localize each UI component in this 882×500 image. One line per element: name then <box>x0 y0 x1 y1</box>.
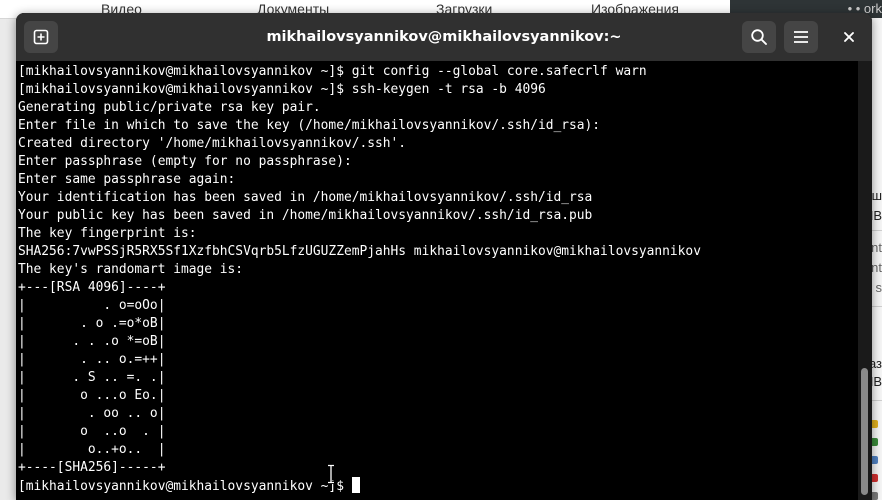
terminal-line: | o ..o . | <box>18 424 166 439</box>
new-tab-icon <box>33 29 49 45</box>
terminal-line: | . . .o *=oB| <box>18 334 166 349</box>
bg-fragment: s <box>875 280 882 295</box>
terminal-line: The key fingerprint is: <box>18 226 197 241</box>
terminal-line: | . .. o.=++| <box>18 352 166 367</box>
search-icon <box>751 29 767 45</box>
mouse-ibeam-cursor-icon <box>328 464 334 484</box>
terminal-line: [mikhailovsyannikov@mikhailovsyannikov ~… <box>18 82 546 97</box>
terminal-line: | o ...o Eo.| <box>18 388 166 403</box>
terminal-line: Your public key has been saved in /home/… <box>18 208 593 223</box>
new-tab-button[interactable] <box>24 21 58 53</box>
terminal-line: | . o=oOo| <box>18 298 166 313</box>
terminal-line: | o..+o.. | <box>18 442 166 457</box>
terminal-line: Generating public/private rsa key pair. <box>18 100 321 115</box>
bg-fragment: ш <box>871 188 882 203</box>
text-cursor <box>351 477 360 493</box>
terminal-titlebar[interactable]: mikhailovsyannikov@mikhailovsyannikov:~ <box>16 13 872 61</box>
terminal-line: | . S .. =. .| <box>18 370 166 385</box>
close-icon <box>844 32 854 42</box>
hamburger-menu-icon <box>794 31 808 43</box>
close-button[interactable] <box>832 21 866 53</box>
terminal-line: The key's randomart image is: <box>18 262 244 277</box>
terminal-line: Enter same passphrase again: <box>18 172 236 187</box>
bg-fragment: nt <box>871 240 882 255</box>
search-button[interactable] <box>742 21 776 53</box>
terminal-line: Your identification has been saved in /h… <box>18 190 593 205</box>
terminal-prompt: [mikhailovsyannikov@mikhailovsyannikov ~… <box>18 479 352 494</box>
terminal-prompt-line[interactable]: [mikhailovsyannikov@mikhailovsyannikov ~… <box>18 477 701 495</box>
terminal-line: Enter passphrase (empty for no passphras… <box>18 154 352 169</box>
terminal-line: | . o .=o*oB| <box>18 316 166 331</box>
terminal-line: SHA256:7vwPSSjR5RX5Sf1XzfbhCSVqrb5LfzUGU… <box>18 244 701 259</box>
terminal-line: Created directory '/home/mikhailovsyanni… <box>18 136 407 151</box>
terminal-scrollbar[interactable] <box>858 61 872 500</box>
scrollbar-thumb[interactable] <box>861 368 868 495</box>
terminal-output-area[interactable]: [mikhailovsyannikov@mikhailovsyannikov ~… <box>16 61 858 500</box>
terminal-line: | . oo .. o| <box>18 406 166 421</box>
terminal-output: [mikhailovsyannikov@mikhailovsyannikov ~… <box>18 63 701 495</box>
terminal-window: mikhailovsyannikov@mikhailovsyannikov:~ … <box>16 13 872 500</box>
terminal-line: [mikhailovsyannikov@mikhailovsyannikov ~… <box>18 64 647 79</box>
bg-fragment: nt <box>871 260 882 275</box>
terminal-line: Enter file in which to save the key (/ho… <box>18 118 601 133</box>
terminal-line: +----[SHA256]-----+ <box>18 460 166 475</box>
terminal-line: +---[RSA 4096]----+ <box>18 280 166 295</box>
menu-button[interactable] <box>784 21 818 53</box>
